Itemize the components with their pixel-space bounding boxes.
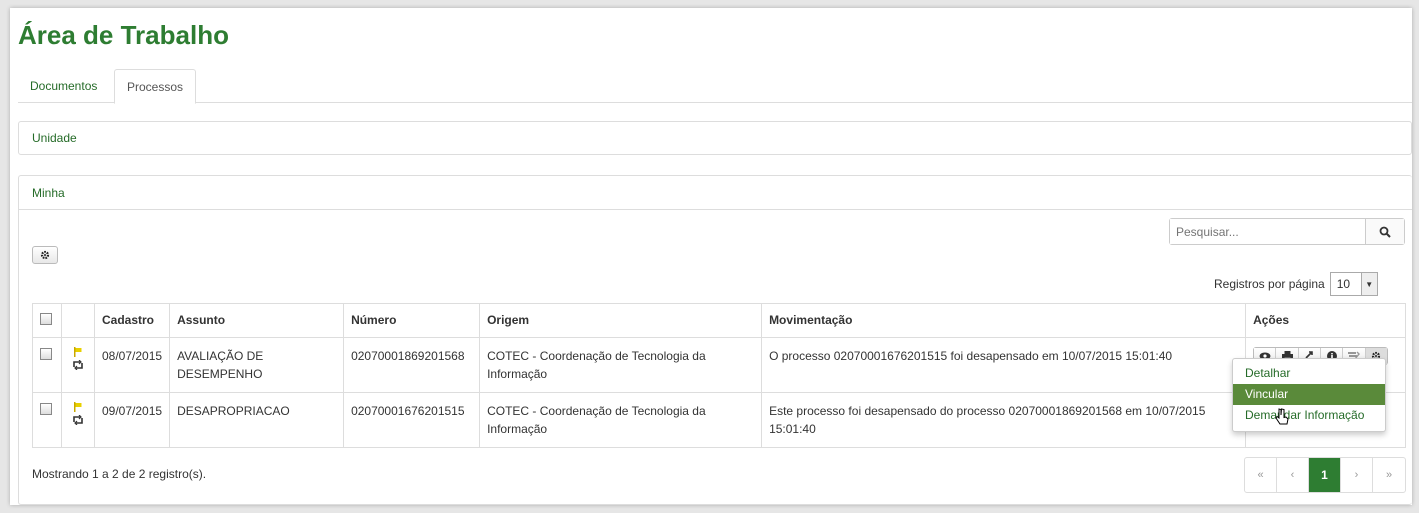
pager-last[interactable]: » [1373, 458, 1405, 492]
pager-prev[interactable]: ‹ [1277, 458, 1309, 492]
pagination: « ‹ 1 › » [1244, 457, 1406, 493]
workspace-page: Área de Trabalho Documentos Processos Un… [10, 8, 1412, 505]
retweet-icon [73, 415, 83, 425]
table-row: 08/07/2015 AVALIAÇÃO DE DESEMPENHO 02070… [32, 337, 1406, 393]
per-page-select[interactable]: 10 ▼ [1329, 272, 1378, 296]
flag-icon [74, 347, 82, 357]
pager-current[interactable]: 1 [1309, 458, 1341, 492]
header-origem[interactable]: Origem [479, 303, 763, 338]
select-all-cell [32, 303, 62, 338]
cell-cadastro: 09/07/2015 [93, 392, 171, 448]
records-summary: Mostrando 1 a 2 de 2 registro(s). [32, 467, 207, 481]
search-icon [1379, 226, 1391, 238]
menu-item-detalhar[interactable]: Detalhar [1233, 363, 1385, 384]
search-input[interactable] [1170, 219, 1365, 244]
panel-unidade: Unidade [18, 121, 1412, 155]
table-row: 09/07/2015 DESAPROPRIACAO 02070001676201… [32, 392, 1406, 448]
row-checkbox[interactable] [40, 403, 52, 415]
row-select-cell [32, 337, 62, 393]
pager-next[interactable]: › [1341, 458, 1373, 492]
table-header-row: Cadastro Assunto Número Origem Movimenta… [32, 303, 1406, 338]
header-movimentacao[interactable]: Movimentação [761, 303, 1247, 338]
per-page-control: Registros por página 10 ▼ [1214, 272, 1378, 296]
menu-item-demandar-informacao[interactable]: Demandar Informação [1233, 405, 1385, 426]
header-numero[interactable]: Número [343, 303, 481, 338]
cell-origem: COTEC - Coordenação de Tecnologia da Inf… [479, 337, 763, 393]
cell-assunto: AVALIAÇÃO DE DESEMPENHO [169, 337, 345, 393]
cell-numero: 02070001869201568 [343, 337, 481, 393]
cell-assunto: DESAPROPRIACAO [169, 392, 345, 448]
hand-cursor-icon [1275, 408, 1289, 429]
icons-header [61, 303, 95, 338]
header-cadastro[interactable]: Cadastro [93, 303, 171, 338]
row-select-cell [32, 392, 62, 448]
cell-cadastro: 08/07/2015 [93, 337, 171, 393]
page-title: Área de Trabalho [18, 20, 229, 50]
actions-dropdown-menu: Detalhar Vincular Demandar Informação [1232, 358, 1386, 432]
tab-documentos[interactable]: Documentos [18, 69, 109, 103]
cell-movimentacao: O processo 02070001676201515 foi desapen… [761, 337, 1247, 393]
tab-bar: Documentos Processos [18, 69, 1412, 104]
per-page-value: 10 [1336, 277, 1351, 291]
flag-icon [74, 402, 82, 412]
cell-movimentacao: Este processo foi desapensado do process… [761, 392, 1247, 448]
panel-minha: Minha Registros por página 10 ▼ Cadastro [18, 175, 1412, 505]
search-box [1169, 218, 1405, 245]
pager-first[interactable]: « [1245, 458, 1277, 492]
select-all-checkbox[interactable] [40, 313, 52, 325]
row-icons-cell [61, 392, 95, 448]
row-icons-cell [61, 337, 95, 393]
retweet-icon [73, 360, 83, 370]
per-page-label: Registros por página [1214, 277, 1325, 291]
header-assunto[interactable]: Assunto [169, 303, 345, 338]
tab-processos[interactable]: Processos [114, 69, 197, 104]
cell-origem: COTEC - Coordenação de Tecnologia da Inf… [479, 392, 763, 448]
panel-minha-header[interactable]: Minha [19, 176, 1412, 210]
gear-icon [40, 250, 50, 260]
cell-numero: 02070001676201515 [343, 392, 481, 448]
menu-item-vincular[interactable]: Vincular [1233, 384, 1385, 405]
column-settings-button[interactable] [32, 246, 58, 264]
chevron-down-icon: ▼ [1360, 273, 1377, 295]
panel-unidade-header[interactable]: Unidade [19, 122, 1411, 154]
search-button[interactable] [1365, 219, 1404, 244]
row-checkbox[interactable] [40, 348, 52, 360]
process-table: Cadastro Assunto Número Origem Movimenta… [32, 303, 1406, 448]
header-acoes: Ações [1245, 303, 1406, 338]
